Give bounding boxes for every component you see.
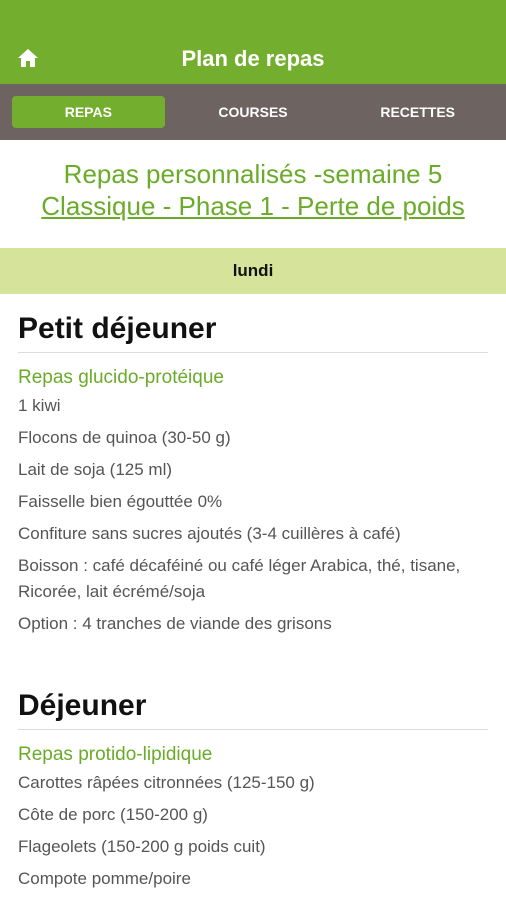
list-item: Lait de soja (125 ml) <box>18 460 173 479</box>
list-item: Flageolets (150-200 g poids cuit) <box>18 837 266 856</box>
meal-section: Petit déjeuner Repas glucido-protéique 1… <box>18 294 488 637</box>
day-header: lundi <box>0 248 506 294</box>
list-item: Option : 4 tranches de viande des grison… <box>18 614 332 633</box>
page-title: Plan de repas <box>181 46 325 71</box>
tab-repas[interactable]: REPAS <box>12 96 165 128</box>
list-item: Côte de porc (150-200 g) <box>18 805 208 824</box>
tab-bar: REPAS COURSES RECETTES <box>0 84 506 140</box>
meal-type: Repas protido-lipidique <box>18 744 213 765</box>
tab-courses[interactable]: COURSES <box>177 96 330 128</box>
list-item: Boisson : café décaféiné ou café léger A… <box>18 556 461 601</box>
meal-section: Déjeuner Repas protido-lipidique Carotte… <box>18 671 488 892</box>
app-header: Plan de repas <box>0 0 506 84</box>
plan-title: Repas personnalisés -semaine 5 <box>63 159 443 189</box>
list-item: Faisselle bien égouttée 0% <box>18 492 223 511</box>
meal-list: Petit déjeuner Repas glucido-protéique 1… <box>0 294 506 892</box>
list-item: Flocons de quinoa (30-50 g) <box>18 428 231 447</box>
meal-title: Petit déjeuner <box>18 294 488 353</box>
list-item: Carottes râpées citronnées (125-150 g) <box>18 773 315 792</box>
tab-recettes[interactable]: RECETTES <box>341 96 494 128</box>
meal-type: Repas glucido-protéique <box>18 367 224 388</box>
plan-header: Repas personnalisés -semaine 5 Classique… <box>0 140 506 228</box>
plan-subtitle-link[interactable]: Classique - Phase 1 - Perte de poids <box>0 190 506 222</box>
list-item: Confiture sans sucres ajoutés (3-4 cuill… <box>18 524 401 543</box>
list-item: Compote pomme/poire <box>18 869 191 888</box>
list-item: 1 kiwi <box>18 396 61 415</box>
meal-title: Déjeuner <box>18 671 488 730</box>
